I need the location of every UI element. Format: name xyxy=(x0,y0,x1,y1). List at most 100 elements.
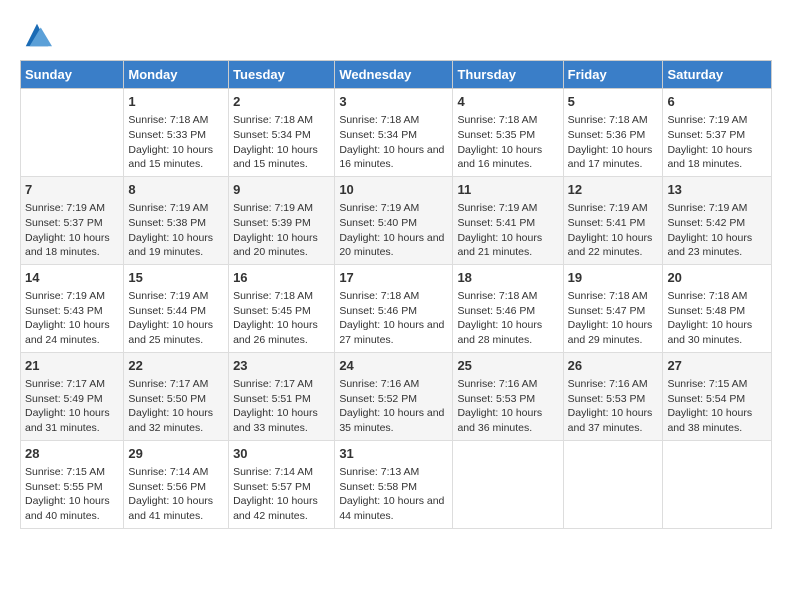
day-number: 5 xyxy=(568,93,659,111)
calendar-cell: 13 Sunrise: 7:19 AMSunset: 5:42 PMDayligh… xyxy=(663,176,772,264)
day-number: 11 xyxy=(457,181,558,199)
day-number: 26 xyxy=(568,357,659,375)
day-number: 1 xyxy=(128,93,224,111)
day-info: Sunrise: 7:19 AMSunset: 5:38 PMDaylight:… xyxy=(128,201,224,260)
day-number: 2 xyxy=(233,93,330,111)
day-number: 16 xyxy=(233,269,330,287)
day-of-week-header: Sunday xyxy=(21,61,124,89)
calendar-cell: 31Sunrise: 7:13 AMSunset: 5:58 PMDayligh… xyxy=(335,440,453,528)
calendar-cell: 6 Sunrise: 7:19 AMSunset: 5:37 PMDaylight… xyxy=(663,89,772,177)
calendar-cell: 24 Sunrise: 7:16 AMSunset: 5:52 PMDayligh… xyxy=(335,352,453,440)
calendar-body: 1 Sunrise: 7:18 AMSunset: 5:33 PMDaylight… xyxy=(21,89,772,529)
day-of-week-header: Tuesday xyxy=(229,61,335,89)
calendar-cell: 7Sunrise: 7:19 AMSunset: 5:37 PMDaylight… xyxy=(21,176,124,264)
calendar-cell xyxy=(453,440,563,528)
day-of-week-header: Monday xyxy=(124,61,229,89)
calendar-cell: 26Sunrise: 7:16 AMSunset: 5:53 PMDayligh… xyxy=(563,352,663,440)
day-number: 3 xyxy=(339,93,448,111)
day-info: Sunrise: 7:17 AMSunset: 5:50 PMDaylight:… xyxy=(128,377,224,436)
day-info: Sunrise: 7:19 AMSunset: 5:44 PMDaylight:… xyxy=(128,289,224,348)
day-info: Sunrise: 7:19 AMSunset: 5:43 PMDaylight:… xyxy=(25,289,119,348)
day-number: 13 xyxy=(667,181,767,199)
day-number: 6 xyxy=(667,93,767,111)
day-info: Sunrise: 7:17 AMSunset: 5:49 PMDaylight:… xyxy=(25,377,119,436)
day-info: Sunrise: 7:19 AMSunset: 5:42 PMDaylight:… xyxy=(667,201,767,260)
calendar-cell: 5 Sunrise: 7:18 AMSunset: 5:36 PMDaylight… xyxy=(563,89,663,177)
calendar-cell: 1 Sunrise: 7:18 AMSunset: 5:33 PMDaylight… xyxy=(124,89,229,177)
day-number: 23 xyxy=(233,357,330,375)
calendar-cell: 2 Sunrise: 7:18 AMSunset: 5:34 PMDaylight… xyxy=(229,89,335,177)
day-number: 30 xyxy=(233,445,330,463)
day-info: Sunrise: 7:19 AMSunset: 5:39 PMDaylight:… xyxy=(233,201,330,260)
day-number: 27 xyxy=(667,357,767,375)
calendar-table: SundayMondayTuesdayWednesdayThursdayFrid… xyxy=(20,60,772,529)
day-info: Sunrise: 7:18 AMSunset: 5:34 PMDaylight:… xyxy=(233,113,330,172)
day-info: Sunrise: 7:16 AMSunset: 5:52 PMDaylight:… xyxy=(339,377,448,436)
day-info: Sunrise: 7:18 AMSunset: 5:46 PMDaylight:… xyxy=(457,289,558,348)
calendar-week-row: 7Sunrise: 7:19 AMSunset: 5:37 PMDaylight… xyxy=(21,176,772,264)
day-info: Sunrise: 7:19 AMSunset: 5:40 PMDaylight:… xyxy=(339,201,448,260)
day-number: 21 xyxy=(25,357,119,375)
calendar-cell: 28 Sunrise: 7:15 AMSunset: 5:55 PMDayligh… xyxy=(21,440,124,528)
day-number: 15 xyxy=(128,269,224,287)
page-header xyxy=(20,20,772,50)
day-info: Sunrise: 7:19 AMSunset: 5:37 PMDaylight:… xyxy=(667,113,767,172)
day-number: 22 xyxy=(128,357,224,375)
calendar-cell: 4 Sunrise: 7:18 AMSunset: 5:35 PMDaylight… xyxy=(453,89,563,177)
day-info: Sunrise: 7:16 AMSunset: 5:53 PMDaylight:… xyxy=(457,377,558,436)
calendar-header-row: SundayMondayTuesdayWednesdayThursdayFrid… xyxy=(21,61,772,89)
calendar-cell: 29 Sunrise: 7:14 AMSunset: 5:56 PMDayligh… xyxy=(124,440,229,528)
day-number: 19 xyxy=(568,269,659,287)
calendar-cell: 14 Sunrise: 7:19 AMSunset: 5:43 PMDayligh… xyxy=(21,264,124,352)
calendar-cell: 30Sunrise: 7:14 AMSunset: 5:57 PMDayligh… xyxy=(229,440,335,528)
calendar-week-row: 1 Sunrise: 7:18 AMSunset: 5:33 PMDaylight… xyxy=(21,89,772,177)
calendar-week-row: 14 Sunrise: 7:19 AMSunset: 5:43 PMDayligh… xyxy=(21,264,772,352)
day-info: Sunrise: 7:17 AMSunset: 5:51 PMDaylight:… xyxy=(233,377,330,436)
day-number: 12 xyxy=(568,181,659,199)
day-number: 18 xyxy=(457,269,558,287)
day-info: Sunrise: 7:18 AMSunset: 5:47 PMDaylight:… xyxy=(568,289,659,348)
day-info: Sunrise: 7:13 AMSunset: 5:58 PMDaylight:… xyxy=(339,465,448,524)
calendar-cell: 27 Sunrise: 7:15 AMSunset: 5:54 PMDayligh… xyxy=(663,352,772,440)
day-of-week-header: Friday xyxy=(563,61,663,89)
day-of-week-header: Thursday xyxy=(453,61,563,89)
day-number: 20 xyxy=(667,269,767,287)
calendar-week-row: 21 Sunrise: 7:17 AMSunset: 5:49 PMDayligh… xyxy=(21,352,772,440)
day-number: 10 xyxy=(339,181,448,199)
day-number: 14 xyxy=(25,269,119,287)
calendar-cell: 22 Sunrise: 7:17 AMSunset: 5:50 PMDayligh… xyxy=(124,352,229,440)
day-number: 24 xyxy=(339,357,448,375)
calendar-cell xyxy=(663,440,772,528)
day-number: 29 xyxy=(128,445,224,463)
day-info: Sunrise: 7:19 AMSunset: 5:41 PMDaylight:… xyxy=(568,201,659,260)
day-info: Sunrise: 7:18 AMSunset: 5:48 PMDaylight:… xyxy=(667,289,767,348)
day-number: 17 xyxy=(339,269,448,287)
calendar-cell xyxy=(563,440,663,528)
calendar-cell: 10 Sunrise: 7:19 AMSunset: 5:40 PMDayligh… xyxy=(335,176,453,264)
day-info: Sunrise: 7:18 AMSunset: 5:35 PMDaylight:… xyxy=(457,113,558,172)
calendar-week-row: 28 Sunrise: 7:15 AMSunset: 5:55 PMDayligh… xyxy=(21,440,772,528)
day-info: Sunrise: 7:19 AMSunset: 5:41 PMDaylight:… xyxy=(457,201,558,260)
day-number: 25 xyxy=(457,357,558,375)
day-number: 4 xyxy=(457,93,558,111)
day-of-week-header: Wednesday xyxy=(335,61,453,89)
calendar-cell: 25 Sunrise: 7:16 AMSunset: 5:53 PMDayligh… xyxy=(453,352,563,440)
calendar-cell: 23 Sunrise: 7:17 AMSunset: 5:51 PMDayligh… xyxy=(229,352,335,440)
calendar-cell: 16Sunrise: 7:18 AMSunset: 5:45 PMDayligh… xyxy=(229,264,335,352)
calendar-cell: 9Sunrise: 7:19 AMSunset: 5:39 PMDaylight… xyxy=(229,176,335,264)
calendar-cell: 20 Sunrise: 7:18 AMSunset: 5:48 PMDayligh… xyxy=(663,264,772,352)
calendar-cell: 15 Sunrise: 7:19 AMSunset: 5:44 PMDayligh… xyxy=(124,264,229,352)
day-info: Sunrise: 7:18 AMSunset: 5:33 PMDaylight:… xyxy=(128,113,224,172)
day-info: Sunrise: 7:14 AMSunset: 5:56 PMDaylight:… xyxy=(128,465,224,524)
calendar-cell xyxy=(21,89,124,177)
calendar-cell: 3Sunrise: 7:18 AMSunset: 5:34 PMDaylight… xyxy=(335,89,453,177)
day-of-week-header: Saturday xyxy=(663,61,772,89)
calendar-cell: 11 Sunrise: 7:19 AMSunset: 5:41 PMDayligh… xyxy=(453,176,563,264)
day-info: Sunrise: 7:18 AMSunset: 5:36 PMDaylight:… xyxy=(568,113,659,172)
day-info: Sunrise: 7:15 AMSunset: 5:55 PMDaylight:… xyxy=(25,465,119,524)
day-info: Sunrise: 7:15 AMSunset: 5:54 PMDaylight:… xyxy=(667,377,767,436)
logo-icon xyxy=(22,20,52,50)
day-number: 28 xyxy=(25,445,119,463)
calendar-cell: 17Sunrise: 7:18 AMSunset: 5:46 PMDayligh… xyxy=(335,264,453,352)
logo xyxy=(20,20,52,50)
